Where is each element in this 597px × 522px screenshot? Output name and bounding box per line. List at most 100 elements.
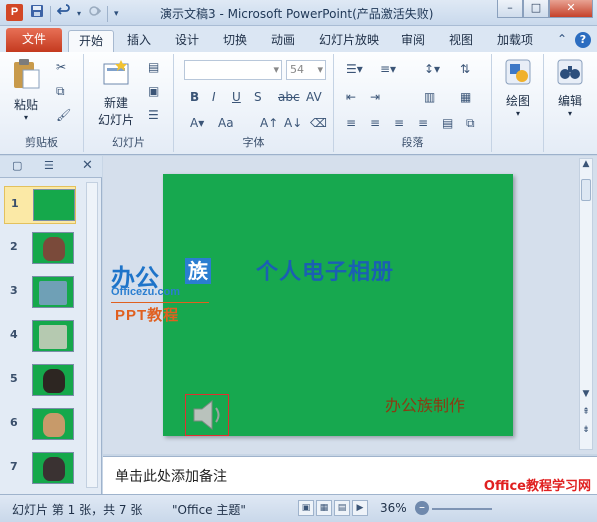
align-center-icon[interactable]: ≡ [370,116,380,130]
group-label-clipboard: 剪贴板 [25,136,58,149]
clear-format-icon[interactable]: ⌫ [310,116,327,130]
slides-panel-scrollbar[interactable] [86,182,98,488]
tab-slideshow[interactable]: 幻灯片放映 [314,30,384,52]
next-slide-icon[interactable]: ⇟ [580,425,592,435]
font-size-select[interactable]: 54 ▾ [286,60,326,80]
underline-button[interactable]: U [232,90,241,104]
increase-indent-icon[interactable]: ⇥ [370,90,380,104]
columns-icon[interactable]: ▥ [424,90,435,104]
grow-font-icon[interactable]: A↑ [260,116,278,130]
decrease-indent-icon[interactable]: ⇤ [346,90,356,104]
redo-icon[interactable] [87,4,102,24]
distribute-icon[interactable]: ▤ [442,116,453,130]
close-panel-icon[interactable]: ✕ [82,158,93,173]
paste-button[interactable]: 粘贴 ▾ [6,58,46,122]
undo-icon[interactable] [56,4,71,24]
slide-thumb-image [32,364,74,396]
numbering-icon[interactable]: ≡▾ [380,62,396,76]
tab-home[interactable]: 开始 [68,30,114,52]
slide-thumbnail-2[interactable]: 2 [4,230,76,268]
undo-dropdown-icon[interactable]: ▾ [77,5,81,23]
status-bar: 幻灯片 第 1 张，共 7 张 "Office 主题" ▣ ▦ ▤ ▶ 36% … [0,494,597,522]
tab-insert[interactable]: 插入 [120,30,158,52]
maximize-button[interactable]: □ [523,0,549,18]
slide-credit-text[interactable]: 办公族制作 [385,392,465,416]
new-slide-button[interactable]: 新建 幻灯片 [90,58,142,128]
strikethrough-button[interactable]: abc [278,90,300,104]
slide-thumbnail-4[interactable]: 4 [4,318,76,356]
zoom-slider[interactable] [432,508,492,510]
align-right-icon[interactable]: ≡ [394,116,404,130]
slide-count: 幻灯片 第 1 张，共 7 张 [12,503,143,517]
vertical-scrollbar[interactable]: ▲ ▼ ⇞ ⇟ [579,158,593,450]
scroll-up-icon[interactable]: ▲ [580,159,592,169]
format-painter-icon[interactable]: 🖌 [56,108,71,122]
toolbar-separator [50,6,51,22]
tab-review[interactable]: 审阅 [394,30,432,52]
editing-button[interactable]: 编辑 ▾ [548,58,592,118]
prev-slide-icon[interactable]: ⇞ [580,407,592,417]
slide-editor: 个人电子相册 办公族制作 办公 族 Officezu.com PPT教程 ▲ ▼… [103,156,597,454]
drawing-button[interactable]: 绘图 ▾ [496,58,540,118]
section-icon[interactable]: ☰ [148,108,159,122]
group-label-font: 字体 [242,136,265,149]
slide-thumbnail-6[interactable]: 6 [4,406,76,444]
reading-view-icon[interactable]: ▤ [334,500,350,516]
italic-button[interactable]: I [212,90,216,104]
cut-icon[interactable]: ✂ [56,60,66,74]
speaker-icon-selected[interactable] [185,394,229,436]
copy-icon[interactable]: ⧉ [56,84,65,99]
slideshow-icon[interactable]: ▶ [352,500,368,516]
theme-name[interactable]: "Office 主题" [172,501,246,518]
help-icon[interactable]: ? [575,32,591,48]
zoom-out-icon[interactable]: – [415,501,429,515]
slides-tab-icon[interactable]: ▢ [12,159,22,172]
normal-view-icon[interactable]: ▣ [298,500,314,516]
slide-sorter-icon[interactable]: ▦ [316,500,332,516]
justify-icon[interactable]: ≡ [418,116,428,130]
slide-thumbnail-5[interactable]: 5 [4,362,76,400]
tab-design[interactable]: 设计 [168,30,206,52]
slides-panel: ▢ ☰ ✕ 1 2 3 4 5 6 7 [0,156,102,494]
font-family-select[interactable]: ▾ [184,60,282,80]
tab-addins[interactable]: 加载项 [490,30,540,52]
close-button[interactable]: ✕ [549,0,593,18]
font-color-icon[interactable]: A▾ [190,116,204,130]
shrink-font-icon[interactable]: A↓ [284,116,302,130]
zoom-level[interactable]: 36% [380,501,407,515]
text-direction-icon[interactable]: ⇅ [460,62,470,76]
group-paragraph: ☰▾ ≡▾ ↕▾ ⇅ ⇤ ⇥ ▥ ▦ ≡ ≡ ≡ ≡ ▤ ⧉ 段落 [334,54,492,152]
reset-icon[interactable]: ▣ [148,84,159,98]
scroll-down-icon[interactable]: ▼ [580,389,592,399]
slide-thumb-image [32,320,74,352]
tab-animations[interactable]: 动画 [264,30,302,52]
minimize-button[interactable]: – [497,0,523,18]
change-case-button[interactable]: Aa [218,116,234,130]
scroll-thumb[interactable] [581,179,591,201]
outline-tab-icon[interactable]: ☰ [44,159,54,172]
bullets-icon[interactable]: ☰▾ [346,62,363,76]
tab-transitions[interactable]: 切换 [216,30,254,52]
smartart-icon[interactable]: ⧉ [466,116,475,131]
slide-title[interactable]: 个人电子相册 [256,254,394,286]
watermark-logo: 办公 族 Officezu.com PPT教程 [111,258,231,324]
line-spacing-icon[interactable]: ↕▾ [424,62,440,76]
align-text-icon[interactable]: ▦ [460,90,471,104]
bold-button[interactable]: B [190,90,199,104]
customize-qat-icon[interactable]: ▾ [114,5,119,23]
collapse-ribbon-icon[interactable]: ⌃ [557,32,567,48]
notes-pane[interactable]: 单击此处添加备注 Office教程学习网 [103,456,597,494]
slide-thumbnail-7[interactable]: 7 [4,450,76,488]
shadow-button[interactable]: S [254,90,262,104]
layout-icon[interactable]: ▤ [148,60,159,74]
powerpoint-app-icon[interactable]: P [6,4,23,21]
char-spacing-button[interactable]: AV [306,90,322,104]
tab-view[interactable]: 视图 [442,30,480,52]
notes-placeholder[interactable]: 单击此处添加备注 [115,466,227,486]
tab-file[interactable]: 文件 [6,28,62,52]
align-left-icon[interactable]: ≡ [346,116,356,130]
window-title: 演示文稿3 - Microsoft PowerPoint(产品激活失败) [160,7,434,21]
save-icon[interactable] [30,4,44,24]
slide-thumbnail-3[interactable]: 3 [4,274,76,312]
slide-thumbnail-1[interactable]: 1 [4,186,76,224]
